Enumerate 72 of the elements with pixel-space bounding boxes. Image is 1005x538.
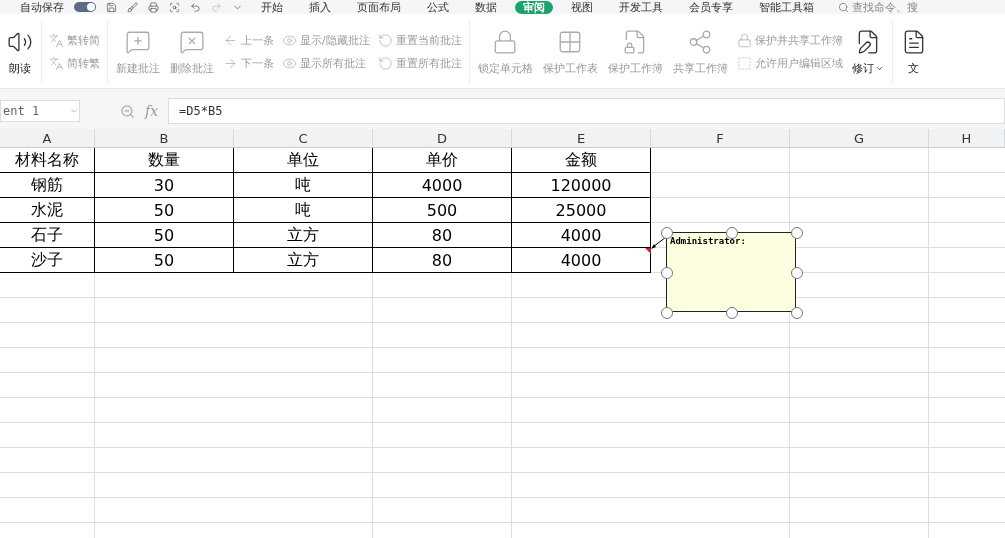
save-icon[interactable]	[106, 1, 117, 13]
formula-field[interactable]: =D5*B5	[168, 98, 1005, 124]
table-cell: 单位	[234, 148, 373, 173]
column-header[interactable]: F	[651, 129, 790, 148]
table-cell: 120000	[512, 173, 651, 198]
menu-tab[interactable]: 插入	[301, 0, 339, 14]
table-cell: 500	[373, 198, 512, 223]
table-cell: 石子	[0, 223, 95, 248]
table-cell: 单价	[373, 148, 512, 173]
table-cell: 4000	[512, 223, 651, 248]
dashed-square-icon	[736, 56, 752, 71]
right-arrow-icon	[223, 56, 238, 71]
menu-tab[interactable]: 智能工具箱	[751, 0, 822, 14]
table-cell: 水泥	[0, 198, 95, 223]
name-box[interactable]: ent 1	[0, 100, 80, 122]
preview-icon[interactable]	[169, 1, 180, 13]
leader-line	[651, 236, 667, 249]
table-cell: 50	[95, 248, 234, 273]
lock-icon	[736, 33, 752, 48]
reset-icon	[377, 56, 393, 71]
table-cell: 钢筋	[0, 173, 95, 198]
menu-tab[interactable]: 会员专享	[681, 0, 741, 14]
menu-tab[interactable]: 公式	[419, 0, 457, 14]
column-header[interactable]: H	[929, 129, 1005, 148]
table-cell: 50	[95, 198, 234, 223]
print-icon[interactable]	[148, 1, 159, 13]
autosave-label: 自动保存	[20, 0, 64, 15]
resize-handle[interactable]	[661, 267, 673, 279]
table-cell: 80	[373, 248, 512, 273]
table-cell: 50	[95, 223, 234, 248]
ribbon-button[interactable]: 文	[895, 16, 932, 88]
resize-handle[interactable]	[661, 307, 673, 319]
reset-icon	[377, 33, 393, 48]
fx-label: fx	[145, 103, 159, 119]
column-header[interactable]: B	[95, 129, 234, 148]
table-cell: 4000	[373, 173, 512, 198]
table-cell: 数量	[95, 148, 234, 173]
characters-icon	[49, 33, 64, 48]
menu-tab[interactable]: 开发工具	[611, 0, 671, 14]
ribbon-button[interactable]: 朗读	[2, 16, 38, 88]
characters-icon	[49, 56, 64, 71]
undo-icon[interactable]	[190, 1, 201, 13]
table-cell: 立方	[234, 248, 373, 273]
menu-tab[interactable]: 视图	[563, 0, 601, 14]
comment-author: Administrator:	[670, 236, 746, 246]
resize-handle[interactable]	[791, 307, 803, 319]
eye-icon	[282, 56, 297, 71]
table-cell: 80	[373, 223, 512, 248]
menu-tab[interactable]: 开始	[253, 0, 291, 14]
search-icon	[838, 1, 849, 13]
zoom-out-icon[interactable]	[120, 103, 135, 119]
table-cell: 吨	[234, 198, 373, 223]
table-cell: 吨	[234, 173, 373, 198]
table-cell: 立方	[234, 223, 373, 248]
brush-icon[interactable]	[127, 1, 138, 13]
ribbon-button[interactable]: 修订	[846, 16, 889, 88]
resize-handle[interactable]	[791, 227, 803, 239]
table-cell: 25000	[512, 198, 651, 223]
table-cell: 金额	[512, 148, 651, 173]
table-cell: 材料名称	[0, 148, 95, 173]
column-header[interactable]: G	[790, 129, 929, 148]
menu-tab[interactable]: 数据	[467, 0, 505, 14]
autosave-toggle[interactable]	[74, 2, 96, 12]
table-cell: 沙子	[0, 248, 95, 273]
column-header[interactable]: C	[234, 129, 373, 148]
column-header[interactable]: A	[0, 129, 95, 148]
comment-box[interactable]: Administrator:	[666, 232, 796, 312]
column-header[interactable]: D	[373, 129, 512, 148]
menu-tab[interactable]: 页面布局	[349, 0, 409, 14]
eye-icon	[282, 33, 297, 48]
column-header[interactable]: E	[512, 129, 651, 148]
table-cell: 30	[95, 173, 234, 198]
